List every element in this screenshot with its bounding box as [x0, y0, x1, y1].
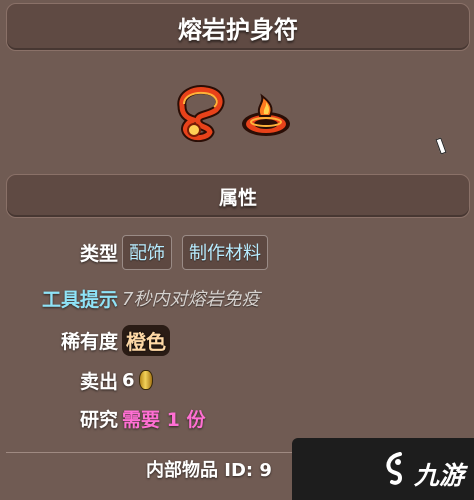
research-label: 研究: [79, 408, 118, 431]
item-title: 熔岩护身符: [178, 15, 298, 44]
sell-row: 卖出 6: [0, 362, 474, 398]
type-label: 类型: [79, 242, 118, 265]
research-row: 研究 需要 1 份: [0, 400, 474, 436]
sell-label: 卖出: [79, 370, 118, 393]
research-value-area: 需要 1 份: [122, 405, 205, 432]
divider: [6, 452, 292, 453]
tooltip-label: 工具提示: [41, 288, 118, 311]
gold-coin-icon: [138, 370, 153, 390]
rarity-row: 稀有度 橙色: [0, 322, 474, 358]
type-row: 类型 配饰 制作材料: [0, 234, 474, 270]
internal-id: 内部物品 ID: 9: [146, 460, 272, 481]
watermark-text: 九游: [414, 461, 465, 490]
item-icons: [0, 78, 474, 144]
title-bar: 熔岩护身符: [6, 3, 470, 51]
tooltip-value-area: 7秒内对熔岩免疫: [122, 285, 259, 311]
rarity-label: 稀有度: [60, 330, 118, 353]
lava-charm-icon: [177, 85, 225, 142]
sell-value: 6: [122, 369, 135, 391]
rarity-value-area: 橙色: [122, 324, 170, 356]
lava-charm-ornament-icon: [242, 93, 290, 136]
tag-crafting-material[interactable]: 制作材料: [182, 234, 268, 270]
item-info-panel: 熔岩护身符 属性 类型 配饰 制作材料 工具提示 7秒内对熔岩免疫 稀有度 橙色…: [0, 0, 474, 500]
tooltip-row: 工具提示 7秒内对熔岩免疫: [0, 280, 474, 316]
watermark: 九游: [292, 438, 474, 500]
tooltip-text: 7秒内对熔岩免疫: [122, 289, 260, 310]
section-header: 属性: [6, 174, 470, 218]
tag-accessory[interactable]: 配饰: [122, 234, 172, 270]
jiuyou-logo-icon: [386, 452, 403, 485]
type-tags: 配饰 制作材料: [122, 234, 268, 270]
rarity-value: 橙色: [122, 324, 170, 356]
section-title: 属性: [218, 186, 257, 209]
research-value: 需要 1 份: [122, 408, 206, 431]
sell-value-area: 6: [122, 370, 153, 391]
